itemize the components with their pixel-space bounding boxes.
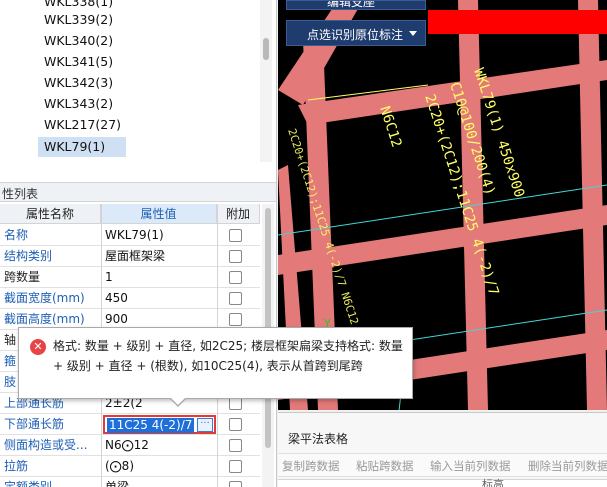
col-header-value: 属性值: [101, 204, 217, 224]
edit-support-button[interactable]: 编辑支座: [286, 0, 426, 10]
left-panel: WKL338(1) WKL339(2) WKL340(2) WKL341(5) …: [0, 0, 277, 487]
bottom-rebar-editor[interactable]: 11C25 4(-2)/7 ···: [103, 415, 216, 434]
tooltip-text: 格式: 数量 + 级别 + 直径, 如2C25; 楼层框架扁梁支持格式: 数量 …: [53, 339, 403, 373]
tree-item[interactable]: WKL340(2): [38, 31, 119, 51]
format-tooltip: ✕ 格式: 数量 + 级别 + 直径, 如2C25; 楼层框架扁梁支持格式: 数…: [18, 327, 413, 399]
extra-checkbox[interactable]: [229, 418, 242, 431]
property-row[interactable]: 侧面构造或受... N6⨀12: [0, 435, 260, 456]
extra-checkbox[interactable]: [229, 460, 242, 473]
property-name: 侧面构造或受...: [4, 438, 88, 452]
input-column-button[interactable]: 输入当前列数据: [430, 458, 511, 474]
property-panel-title: 性列表: [2, 187, 39, 201]
pick-annotation-label: 点选识别原位标注: [307, 28, 404, 42]
property-value[interactable]: 屋面框架梁: [105, 246, 215, 267]
property-value[interactable]: (⨀8): [105, 456, 215, 477]
tree-scrollbar[interactable]: [260, 0, 272, 162]
beam-table-panel: 梁平法表格 复制跨数据 粘贴跨数据 输入当前列数据 删除当前列数据 标高: [278, 412, 607, 487]
property-name: 截面宽度(mm): [4, 291, 85, 305]
tree-item[interactable]: WKL342(3): [38, 73, 119, 93]
property-value[interactable]: 1: [105, 267, 215, 288]
property-row[interactable]: 定额类别 单梁: [0, 477, 260, 487]
tree-item[interactable]: WKL341(5): [38, 52, 119, 72]
beam-table-header-row: 标高: [278, 478, 607, 487]
property-row[interactable]: 结构类别 屋面框架梁: [0, 246, 260, 267]
property-name: 拉筋: [4, 459, 29, 473]
extra-checkbox[interactable]: [229, 250, 242, 263]
tree-item[interactable]: WKL217(27): [38, 115, 127, 135]
paste-span-button[interactable]: 粘贴跨数据: [356, 458, 414, 474]
col-header-extra: 附加: [217, 204, 260, 224]
property-row[interactable]: 名称 WKL79(1): [0, 225, 260, 246]
tree-item-selected[interactable]: WKL79(1): [38, 137, 126, 157]
extra-checkbox[interactable]: [229, 271, 242, 284]
property-row[interactable]: 截面宽度(mm) 450: [0, 288, 260, 309]
delete-column-button[interactable]: 删除当前列数据: [528, 458, 607, 474]
property-name: 下部通长筋: [4, 417, 65, 431]
extra-checkbox[interactable]: [229, 229, 242, 242]
tree-scroll-thumb[interactable]: [263, 38, 269, 60]
property-row[interactable]: 下部通长筋 11C25 4(-2)/7 ···: [0, 414, 260, 435]
property-name: 跨数量: [4, 270, 41, 284]
beam-table-toolbar: 复制跨数据 粘贴跨数据 输入当前列数据 删除当前列数据: [278, 453, 607, 477]
tree-item[interactable]: WKL339(2): [38, 10, 119, 30]
property-value[interactable]: 单梁: [105, 477, 215, 487]
copy-span-button[interactable]: 复制跨数据: [282, 458, 340, 474]
pick-annotation-dropdown[interactable]: 点选识别原位标注: [286, 20, 426, 46]
error-icon: ✕: [30, 339, 46, 355]
chevron-down-icon: [409, 31, 417, 36]
property-value[interactable]: 450: [105, 288, 215, 309]
extra-checkbox[interactable]: [229, 481, 242, 487]
more-button[interactable]: ···: [197, 418, 213, 432]
beam-tree: WKL338(1) WKL339(2) WKL340(2) WKL341(5) …: [0, 0, 276, 162]
property-row[interactable]: 跨数量 1: [0, 267, 260, 288]
property-value[interactable]: WKL79(1): [105, 225, 215, 246]
extra-checkbox[interactable]: [229, 292, 242, 305]
extra-checkbox[interactable]: [229, 313, 242, 326]
column-hint: 标高: [482, 478, 504, 487]
col-header-name: 属性名称: [0, 204, 101, 224]
beam-table-title: 梁平法表格: [288, 432, 349, 446]
extra-checkbox[interactable]: [229, 439, 242, 452]
edit-support-label: 编辑支座: [327, 0, 376, 9]
bottom-rebar-input[interactable]: 11C25 4(-2)/7: [107, 418, 195, 433]
property-name: 结构类别: [4, 249, 53, 263]
property-name: 定额类别: [4, 480, 53, 487]
property-value[interactable]: N6⨀12: [105, 435, 215, 456]
property-panel-header: 性列表: [0, 182, 276, 202]
property-row[interactable]: 拉筋 (⨀8): [0, 456, 260, 477]
tree-item[interactable]: WKL343(2): [38, 94, 119, 114]
property-name: 名称: [4, 228, 29, 242]
